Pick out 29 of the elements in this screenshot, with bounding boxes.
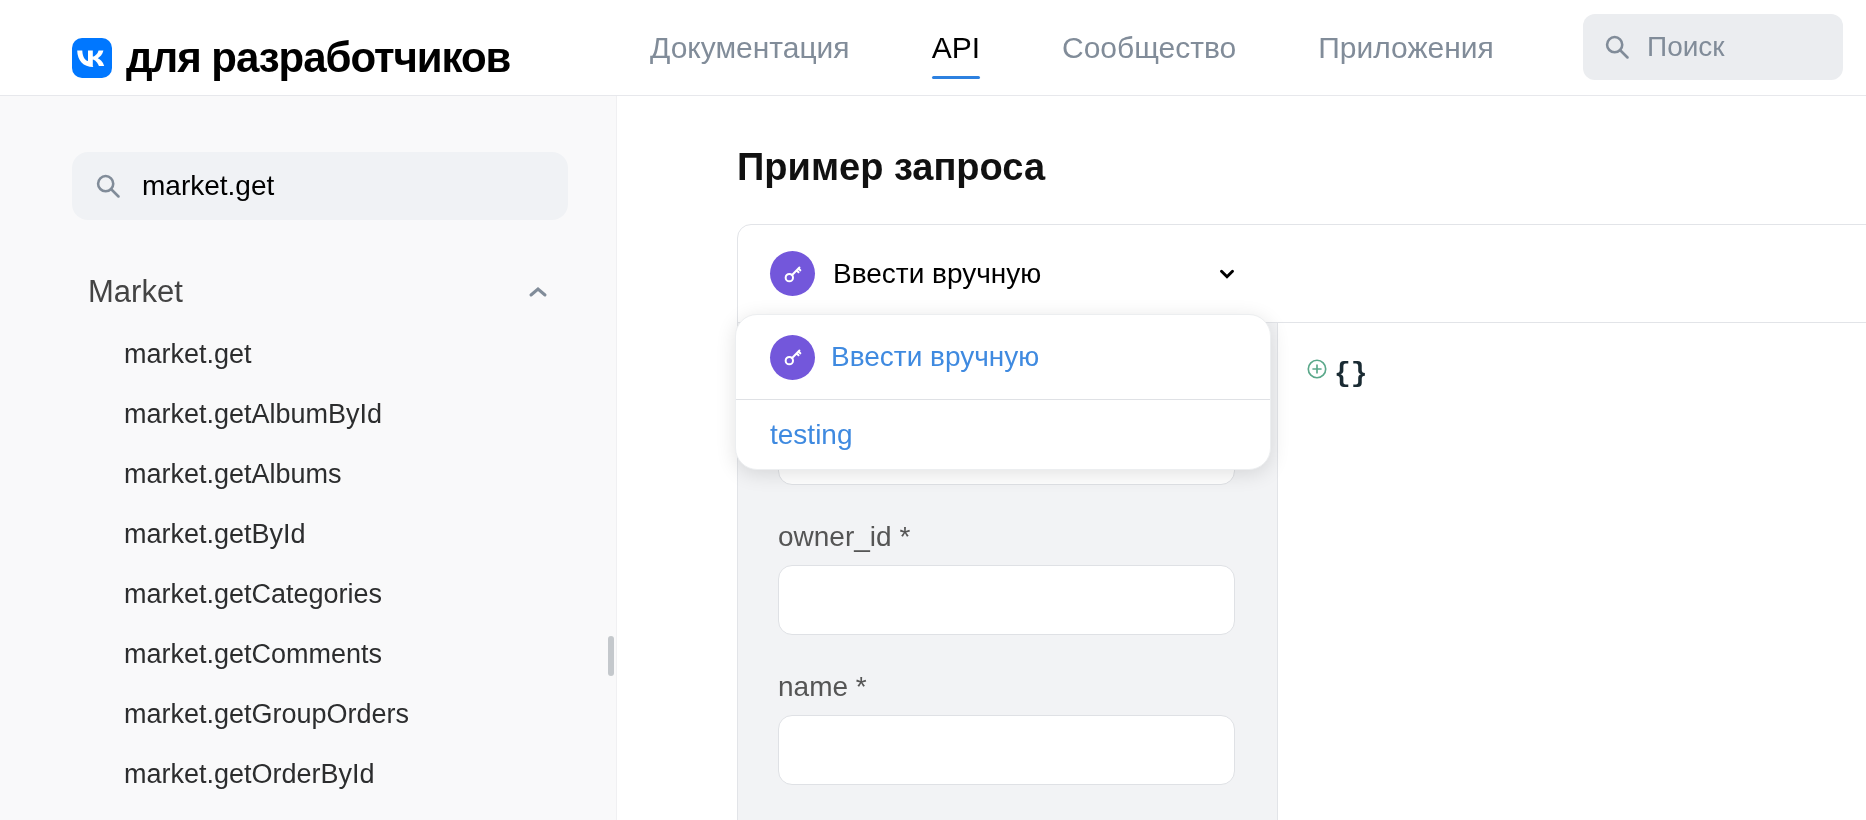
section-title: Market xyxy=(88,272,183,311)
logo-text: для разработчиков xyxy=(126,33,511,83)
scrollbar[interactable] xyxy=(608,636,614,676)
search-icon xyxy=(1603,33,1631,61)
sidebar-item[interactable]: market.getComments xyxy=(0,624,616,684)
json-brace: {} xyxy=(1334,357,1368,391)
field-label: owner_id * xyxy=(778,520,912,554)
token-select[interactable]: Ввести вручную xyxy=(770,251,1238,296)
sidebar-item[interactable]: market.getGroupOrders xyxy=(0,684,616,744)
search-icon xyxy=(94,172,122,200)
sidebar-item[interactable]: market.getCategories xyxy=(0,564,616,624)
field-label: name * xyxy=(778,670,868,704)
dropdown-option[interactable]: Ввести вручную xyxy=(736,315,1270,399)
nav-tab[interactable]: API xyxy=(931,0,980,95)
dropdown-option[interactable]: testing xyxy=(736,399,1270,469)
search-field[interactable]: market.get xyxy=(72,152,568,220)
sidebar-item[interactable]: market.getOrderById xyxy=(0,744,616,804)
logo-icon[interactable] xyxy=(72,37,112,78)
input-field[interactable] xyxy=(778,565,1235,635)
sidebar-item[interactable]: market.getAlbums xyxy=(0,444,616,504)
plus-circle-icon[interactable] xyxy=(1306,358,1328,380)
input-field[interactable] xyxy=(778,715,1235,785)
search-field[interactable]: Поиск xyxy=(1583,14,1843,80)
sidebar-item[interactable]: market.getById xyxy=(0,504,616,564)
key-icon xyxy=(770,334,815,380)
key-icon xyxy=(770,251,815,296)
sidebar-item[interactable]: market.getAlbumById xyxy=(0,384,616,444)
section-heading: Пример запроса xyxy=(737,144,1047,190)
sidebar-item[interactable]: market.get xyxy=(0,324,616,384)
